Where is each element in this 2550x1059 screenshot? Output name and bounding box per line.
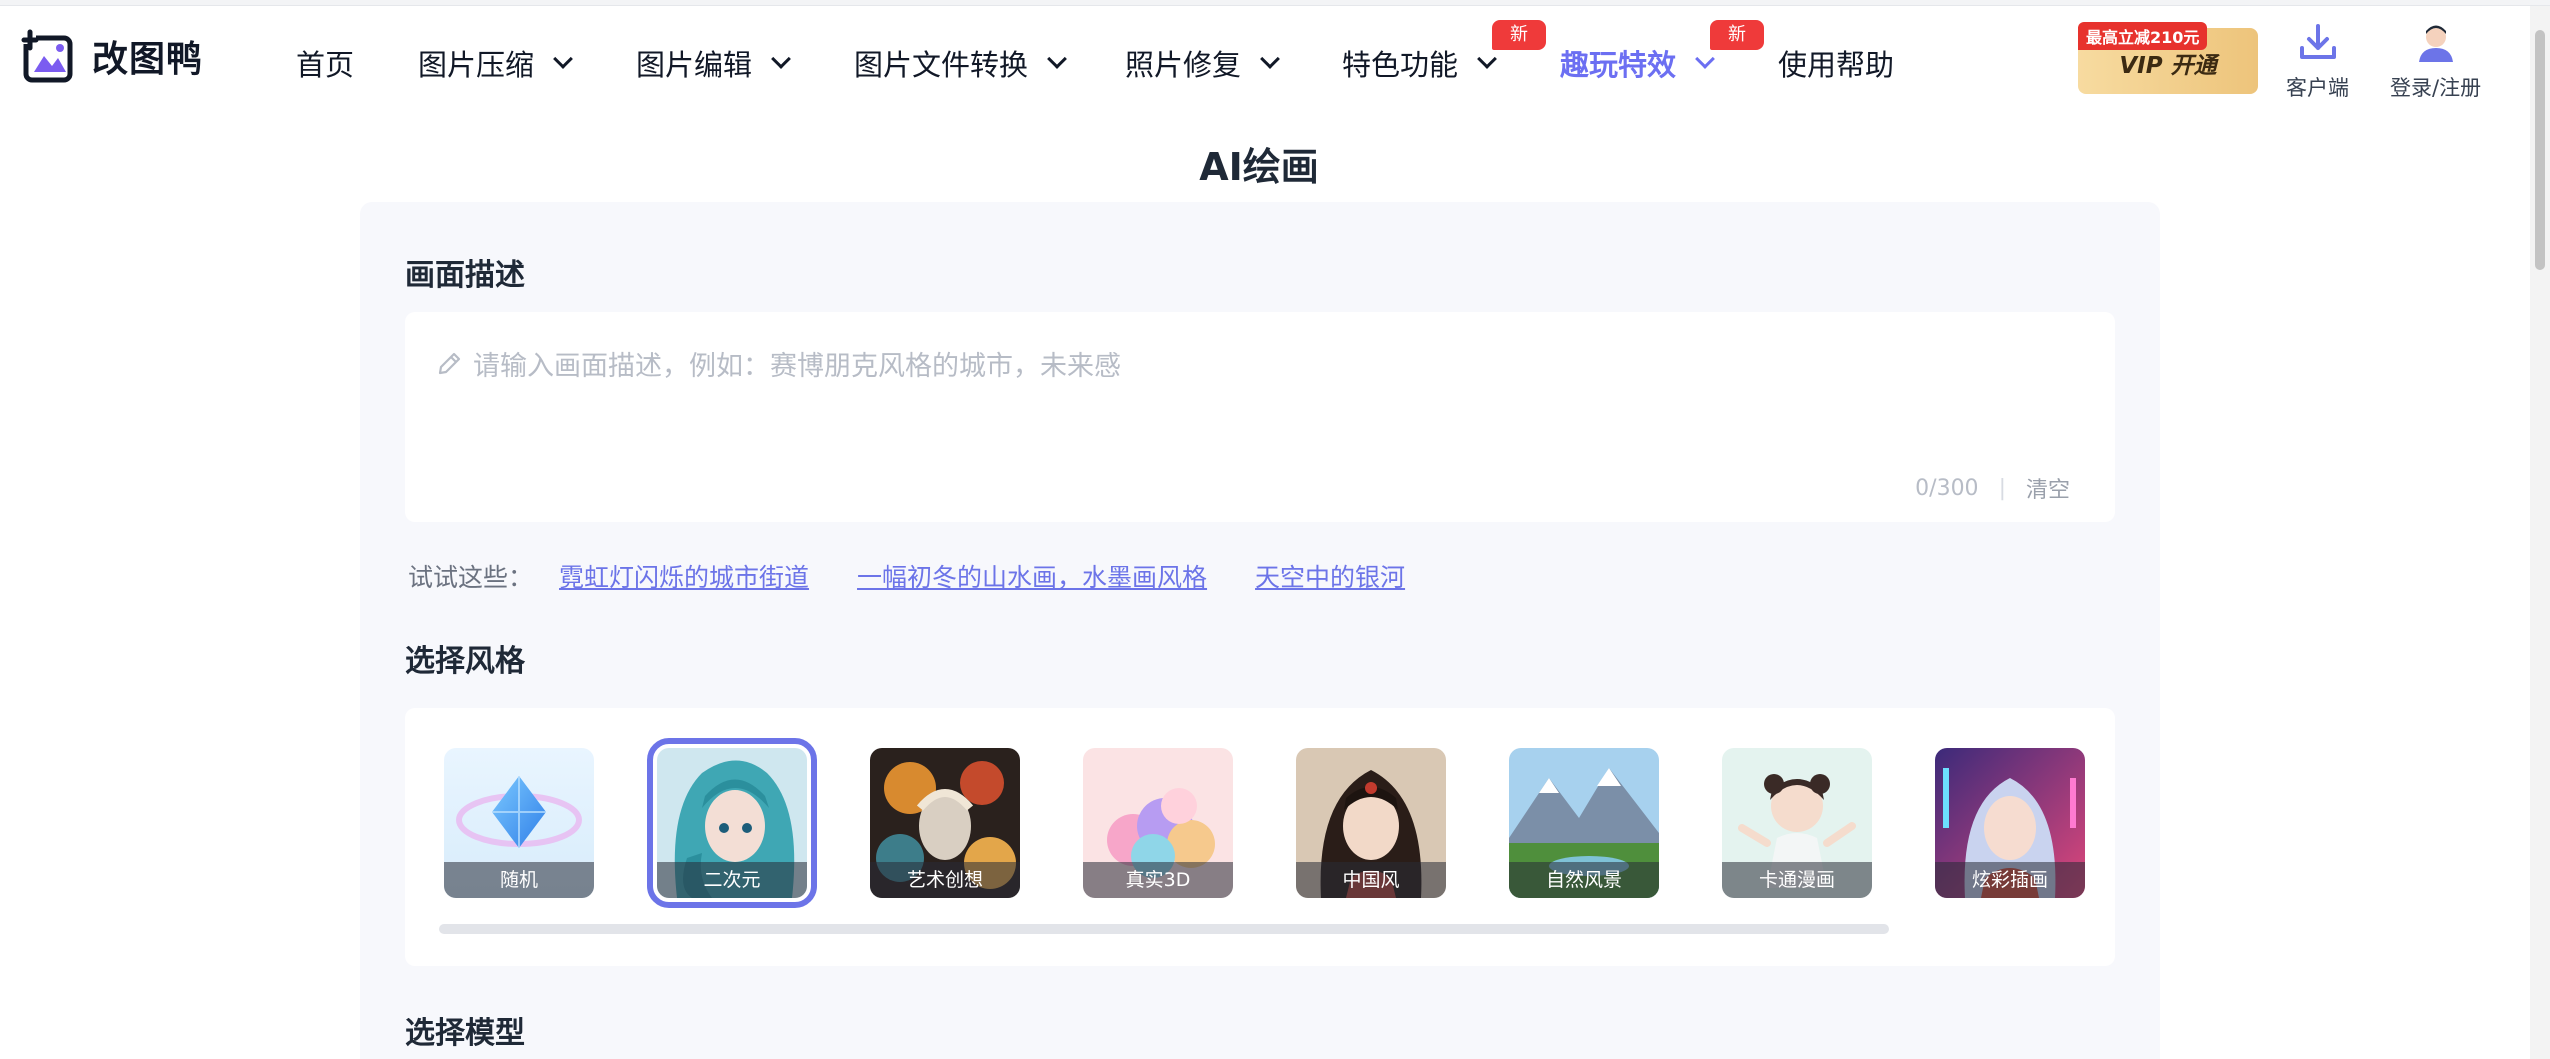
suggestions-label: 试试这些：	[408, 563, 534, 592]
chevron-down-icon	[1477, 49, 1497, 69]
nav-item-label: 图片编辑	[636, 48, 753, 82]
nav-item-home[interactable]: 首页	[296, 42, 354, 84]
style-option-3d[interactable]: 真实3D	[1083, 748, 1233, 898]
page-title: AI绘画	[1199, 145, 1319, 189]
chevron-down-icon	[771, 49, 791, 69]
avatar-icon	[2418, 25, 2453, 62]
chevron-down-icon	[1047, 49, 1067, 69]
client-download-button[interactable]: 客户端	[2286, 22, 2349, 102]
style-option-chinese[interactable]: 中国风	[1296, 748, 1446, 898]
nav-item-fun-effects[interactable]: 趣玩特效	[1560, 42, 1715, 84]
login-label: 登录/注册	[2390, 76, 2482, 100]
nav-item-convert[interactable]: 图片文件转换	[854, 42, 1067, 84]
brand-name: 改图鸭	[92, 39, 204, 80]
chevron-down-icon	[1695, 49, 1715, 69]
style-label: 卡通漫画	[1722, 862, 1872, 898]
nav-item-label: 照片修复	[1125, 48, 1242, 82]
download-icon	[2299, 24, 2336, 59]
ai-painting-panel: 画面描述 请输入画面描述，例如：赛博朋克风格的城市，未来感 0/300 | 清空…	[360, 202, 2160, 1059]
suggestions-row: 试试这些： 霓虹灯闪烁的城市街道 一幅初冬的山水画，水墨画风格 天空中的银河	[408, 558, 1453, 594]
style-label: 二次元	[657, 862, 807, 898]
style-picker: 随机 二次元 艺术创想 真实3D 中国风 自然风景 卡通漫画 炫彩插画	[405, 708, 2115, 966]
clear-button[interactable]: 清空	[2026, 472, 2070, 504]
prompt-placeholder: 请输入画面描述，例如：赛博朋克风格的城市，未来感	[473, 351, 1121, 382]
prompt-placeholder-row: 请输入画面描述，例如：赛博朋克风格的城市，未来感	[435, 344, 1121, 383]
chevron-down-icon	[1260, 49, 1280, 69]
nav-item-label: 图片压缩	[418, 48, 535, 82]
suggestion-link[interactable]: 一幅初冬的山水画，水墨画风格	[857, 558, 1207, 594]
style-section-title: 选择风格	[405, 644, 525, 679]
vip-label: VIP 开通	[2119, 53, 2217, 79]
style-label: 真实3D	[1083, 862, 1233, 898]
suggestion-link[interactable]: 天空中的银河	[1255, 558, 1405, 594]
nav-item-label: 特色功能	[1342, 48, 1459, 82]
chevron-down-icon	[553, 49, 573, 69]
style-label: 炫彩插画	[1935, 862, 2085, 898]
vip-button[interactable]: 最高立减210元 VIP 开通	[2078, 22, 2258, 94]
nav-item-label: 图片文件转换	[854, 48, 1029, 82]
client-label: 客户端	[2286, 76, 2349, 100]
top-navigation: 改图鸭 首页 图片压缩 图片编辑 图片文件转换 照片修复 特色功能 新 趣玩特效…	[0, 6, 2530, 114]
style-label: 艺术创想	[870, 862, 1020, 898]
nav-item-restore[interactable]: 照片修复	[1125, 42, 1280, 84]
model-section-title: 选择模型	[405, 1016, 525, 1051]
prompt-textarea[interactable]: 请输入画面描述，例如：赛博朋克风格的城市，未来感 0/300 | 清空	[405, 312, 2115, 522]
page-scrollbar[interactable]	[2530, 6, 2550, 1059]
nav-item-label: 趣玩特效	[1560, 48, 1677, 82]
nav-item-edit[interactable]: 图片编辑	[636, 42, 791, 84]
style-option-nature[interactable]: 自然风景	[1509, 748, 1659, 898]
style-picker-scrollbar[interactable]	[439, 924, 1889, 934]
divider: |	[1998, 475, 2006, 501]
new-badge: 新	[1492, 20, 1546, 50]
prompt-footer: 0/300 | 清空	[1915, 472, 2070, 504]
page-scrollbar-thumb[interactable]	[2535, 30, 2545, 270]
nav-item-features[interactable]: 特色功能	[1342, 42, 1497, 84]
nav-item-compress[interactable]: 图片压缩	[418, 42, 573, 84]
style-option-colorful[interactable]: 炫彩插画	[1935, 748, 2085, 898]
prompt-section-title: 画面描述	[405, 258, 525, 293]
style-label: 中国风	[1296, 862, 1446, 898]
nav-item-label: 首页	[296, 48, 355, 82]
new-badge: 新	[1710, 20, 1764, 50]
style-label: 随机	[444, 862, 594, 898]
style-option-anime[interactable]: 二次元	[647, 738, 817, 908]
style-label: 自然风景	[1509, 862, 1659, 898]
brand-logo[interactable]: 改图鸭	[20, 28, 203, 84]
char-counter: 0/300	[1915, 475, 1979, 501]
style-option-art[interactable]: 艺术创想	[870, 748, 1020, 898]
style-option-cartoon[interactable]: 卡通漫画	[1722, 748, 1872, 898]
suggestion-link[interactable]: 霓虹灯闪烁的城市街道	[559, 558, 809, 594]
logo-icon	[21, 29, 73, 83]
style-option-random[interactable]: 随机	[444, 748, 594, 898]
pencil-icon	[438, 352, 461, 374]
login-register-button[interactable]: 登录/注册	[2390, 22, 2481, 102]
nav-item-help[interactable]: 使用帮助	[1778, 42, 1894, 84]
nav-item-label: 使用帮助	[1778, 48, 1895, 82]
